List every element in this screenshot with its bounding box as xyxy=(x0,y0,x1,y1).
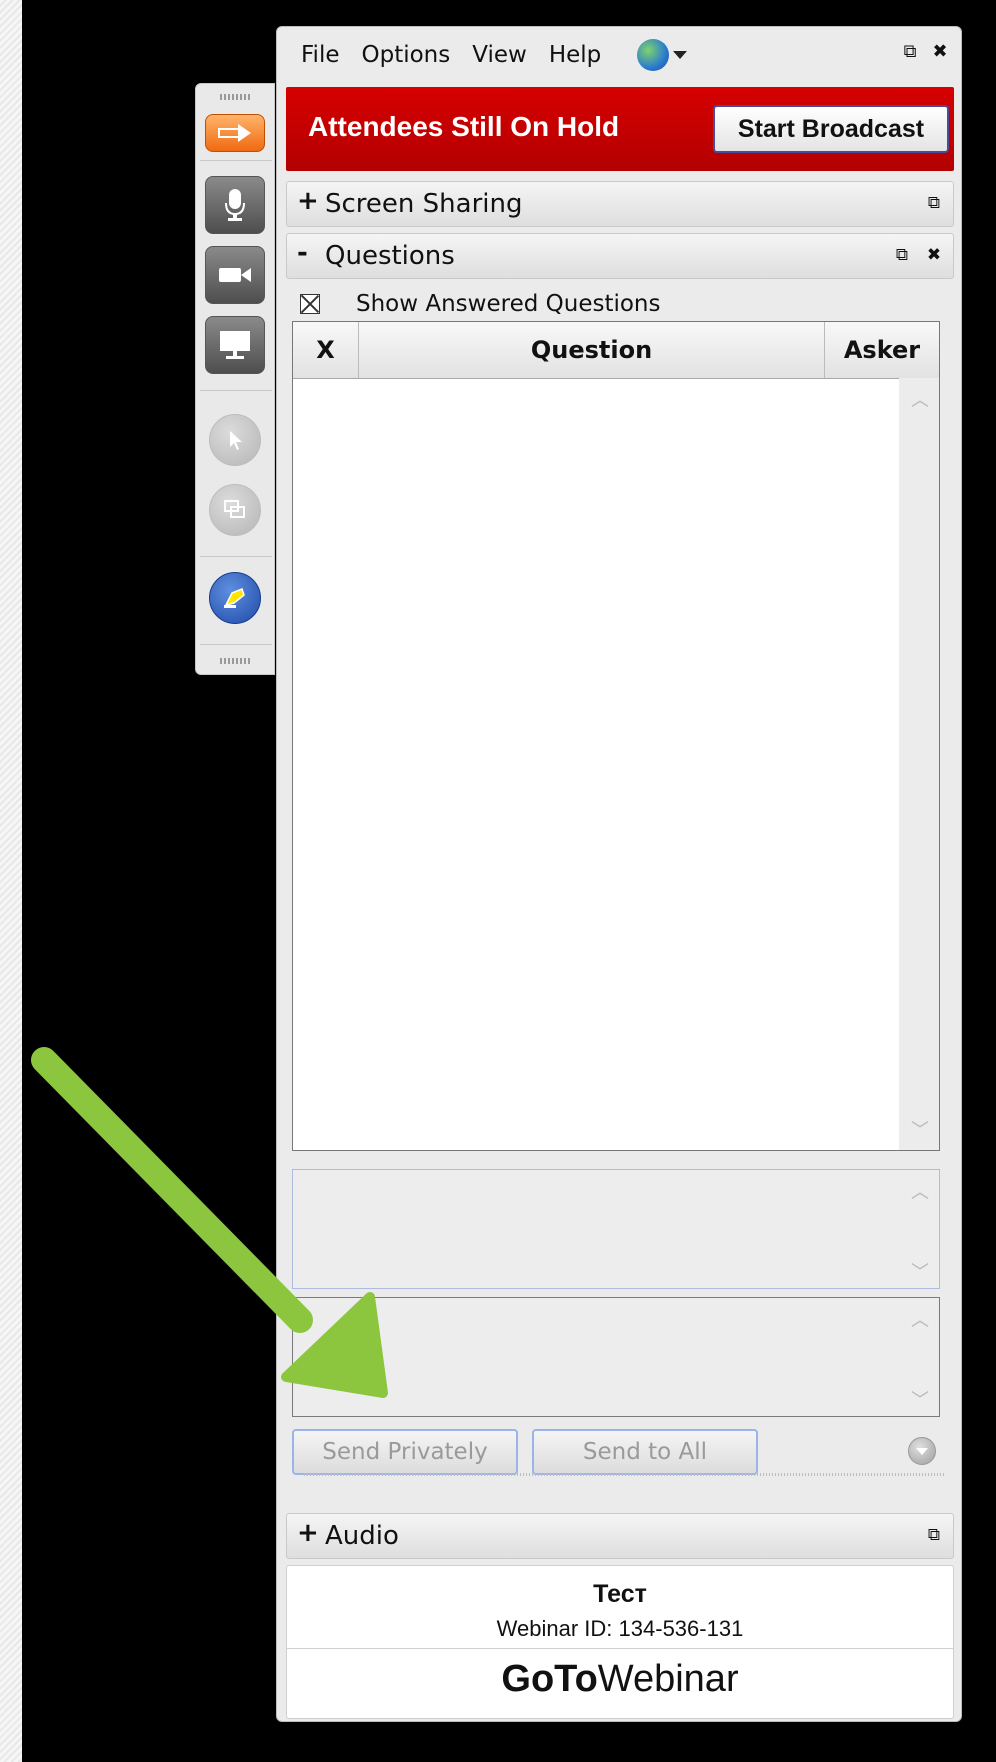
annotation-arrow xyxy=(31,1047,388,1398)
